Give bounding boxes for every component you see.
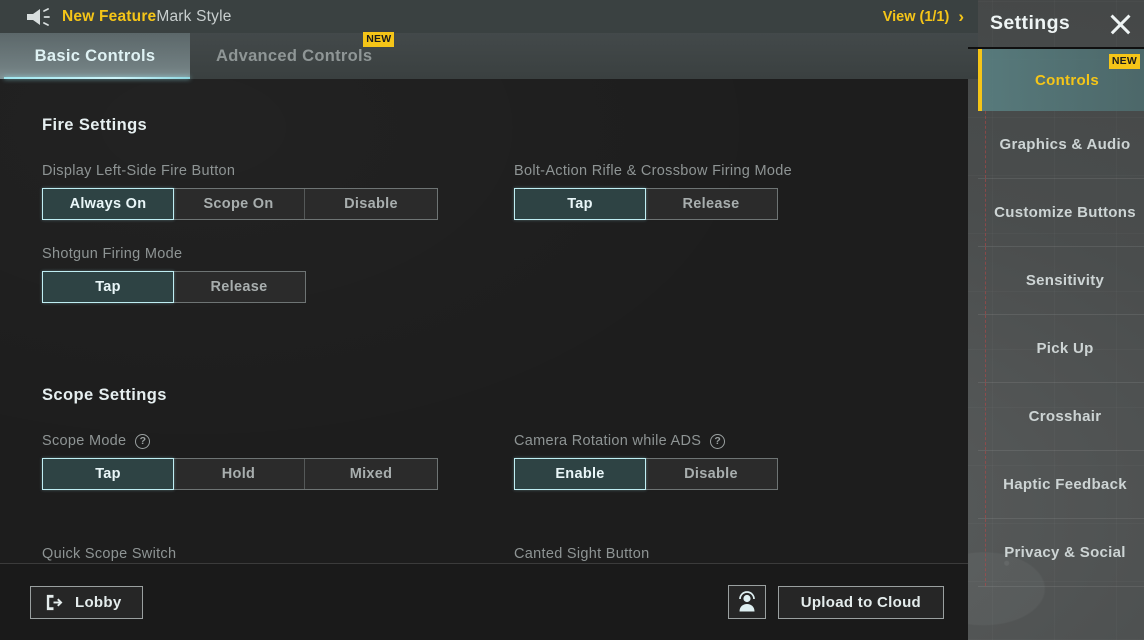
- settings-cell-shotgun-firing-mode: Shotgun Firing Mode Tap Release: [42, 246, 514, 329]
- sidebar-item-sensitivity[interactable]: Sensitivity: [978, 247, 1144, 315]
- segment-release[interactable]: Release: [645, 189, 777, 219]
- sidebar-item-label: Pick Up: [1036, 340, 1094, 357]
- option-label-text: Canted Sight Button: [514, 546, 650, 562]
- customer-support-button[interactable]: [727, 585, 766, 619]
- segment-tap[interactable]: Tap: [514, 188, 646, 220]
- sidebar-item-pick-up[interactable]: Pick Up: [978, 315, 1144, 383]
- sidebar-item-label: Controls: [1034, 71, 1100, 89]
- segmented-control-display-left-side-fire-button[interactable]: Always On Scope On Disable: [42, 188, 438, 220]
- option-label-text: Bolt-Action Rifle & Crossbow Firing Mode: [514, 163, 792, 179]
- settings-cell-empty: [514, 246, 968, 329]
- option-label-text: Scope Mode: [42, 433, 127, 449]
- sidebar-header: Settings: [978, 0, 1144, 47]
- option-label-text: Shotgun Firing Mode: [42, 246, 183, 262]
- tab-advanced-controls-label: Advanced Controls: [216, 46, 373, 65]
- megaphone-icon: [27, 7, 50, 26]
- tab-basic-controls-label: Basic Controls: [34, 46, 156, 65]
- bottom-right-actions: Upload to Cloud: [727, 585, 944, 619]
- option-label: Shotgun Firing Mode: [42, 246, 514, 262]
- settings-row-partially-visible: Quick Scope Switch Canted Sight Button: [42, 546, 968, 563]
- new-feature-banner: New FeatureMark Style View (1/1) ›: [0, 0, 978, 33]
- option-label-text: Display Left-Side Fire Button: [42, 163, 236, 179]
- settings-cell-quick-scope-switch: Quick Scope Switch: [42, 546, 514, 563]
- close-icon[interactable]: [1105, 9, 1135, 39]
- settings-row: Scope Mode ? Tap Hold Mixed Camera Rotat…: [42, 433, 968, 516]
- option-label: Display Left-Side Fire Button: [42, 163, 514, 179]
- sidebar-item-customize-buttons[interactable]: Customize Buttons: [978, 179, 1144, 247]
- upload-to-cloud-label: Upload to Cloud: [800, 593, 921, 611]
- upload-to-cloud-button[interactable]: Upload to Cloud: [777, 585, 944, 619]
- sidebar-accent-line: [985, 383, 986, 450]
- settings-cell-canted-sight-button: Canted Sight Button: [514, 546, 968, 563]
- new-badge: NEW: [1108, 54, 1140, 69]
- segment-scope-on[interactable]: Scope On: [173, 189, 305, 219]
- segment-mixed[interactable]: Mixed: [305, 459, 437, 489]
- sidebar-accent-line: [985, 315, 986, 382]
- help-icon[interactable]: ?: [710, 433, 726, 449]
- exit-icon: [46, 594, 63, 610]
- chevron-right-icon: ›: [958, 7, 964, 26]
- sidebar-accent-line: [985, 519, 986, 586]
- tab-advanced-controls[interactable]: Advanced Controls NEW: [190, 32, 398, 79]
- segmented-control-bolt-action-firing-mode[interactable]: Tap Release: [514, 188, 778, 220]
- option-label: Scope Mode ?: [42, 433, 514, 449]
- sidebar-accent-line: [985, 111, 986, 178]
- sidebar-item-controls[interactable]: Controls NEW: [978, 49, 1144, 111]
- sidebar-item-label: Customize Buttons: [994, 204, 1136, 221]
- view-pager-label: View (1/1): [882, 8, 950, 25]
- option-label-text: Quick Scope Switch: [42, 546, 177, 562]
- banner-text: New FeatureMark Style: [62, 8, 232, 26]
- option-label: Quick Scope Switch: [42, 546, 514, 562]
- sidebar-item-label: Privacy & Social: [1004, 544, 1126, 561]
- feature-name: Mark Style: [156, 7, 232, 25]
- segment-tap[interactable]: Tap: [42, 271, 174, 303]
- sidebar-item-label: Sensitivity: [1025, 272, 1105, 289]
- segment-disable[interactable]: Disable: [645, 459, 777, 489]
- sidebar-item-crosshair[interactable]: Crosshair: [978, 383, 1144, 451]
- lobby-button[interactable]: Lobby: [30, 585, 143, 619]
- sidebar-accent-line: [985, 247, 986, 314]
- settings-cell-display-left-side-fire-button: Display Left-Side Fire Button Always On …: [42, 163, 514, 246]
- section-title-scope-settings: Scope Settings: [42, 386, 167, 404]
- settings-cell-scope-mode: Scope Mode ? Tap Hold Mixed: [42, 433, 514, 516]
- help-icon[interactable]: ?: [135, 433, 151, 449]
- new-feature-tag: New Feature: [62, 7, 157, 25]
- settings-row: Display Left-Side Fire Button Always On …: [42, 163, 968, 246]
- settings-row: Shotgun Firing Mode Tap Release: [42, 246, 968, 329]
- segment-hold[interactable]: Hold: [173, 459, 305, 489]
- settings-cell-camera-rotation-while-ads: Camera Rotation while ADS ? Enable Disab…: [514, 433, 968, 516]
- tab-bar: Basic Controls Advanced Controls NEW: [0, 32, 978, 79]
- segment-disable[interactable]: Disable: [305, 189, 437, 219]
- segmented-control-camera-rotation-while-ads[interactable]: Enable Disable: [514, 458, 778, 490]
- sidebar-item-haptic-feedback[interactable]: Haptic Feedback: [978, 451, 1144, 519]
- segment-enable[interactable]: Enable: [514, 458, 646, 490]
- sidebar-accent-line: [985, 451, 986, 518]
- settings-cell-bolt-action-firing-mode: Bolt-Action Rifle & Crossbow Firing Mode…: [514, 163, 968, 246]
- option-label: Bolt-Action Rifle & Crossbow Firing Mode: [514, 163, 968, 179]
- sidebar-item-label: Crosshair: [1028, 408, 1102, 425]
- option-label-text: Camera Rotation while ADS: [514, 433, 702, 449]
- option-label: Camera Rotation while ADS ?: [514, 433, 968, 449]
- sidebar-item-graphics-and-audio[interactable]: Graphics & Audio: [978, 111, 1144, 179]
- page-title: Settings: [990, 12, 1071, 34]
- sidebar-accent-line: [985, 179, 986, 246]
- option-label: Canted Sight Button: [514, 546, 968, 562]
- sidebar-item-label: Haptic Feedback: [1003, 476, 1127, 493]
- segmented-control-scope-mode[interactable]: Tap Hold Mixed: [42, 458, 438, 490]
- sidebar-item-label: Graphics & Audio: [999, 136, 1131, 153]
- segment-always-on[interactable]: Always On: [42, 188, 174, 220]
- segmented-control-shotgun-firing-mode[interactable]: Tap Release: [42, 271, 306, 303]
- sidebar-item-privacy-and-social[interactable]: Privacy & Social: [978, 519, 1144, 587]
- customer-support-icon: [738, 591, 755, 612]
- view-pager-button[interactable]: View (1/1) ›: [883, 8, 964, 25]
- segment-release[interactable]: Release: [173, 272, 305, 302]
- section-title-fire-settings: Fire Settings: [42, 116, 148, 134]
- new-badge: NEW: [363, 32, 395, 47]
- settings-content-panel: Fire Settings Display Left-Side Fire But…: [0, 79, 968, 563]
- lobby-button-label: Lobby: [75, 593, 122, 611]
- tab-basic-controls[interactable]: Basic Controls: [0, 33, 190, 79]
- bottom-action-bar: Lobby Upload to Cloud: [0, 563, 968, 640]
- segment-tap[interactable]: Tap: [42, 458, 174, 490]
- settings-sidebar: Settings Controls NEW Graphics & Audio C…: [968, 0, 1144, 640]
